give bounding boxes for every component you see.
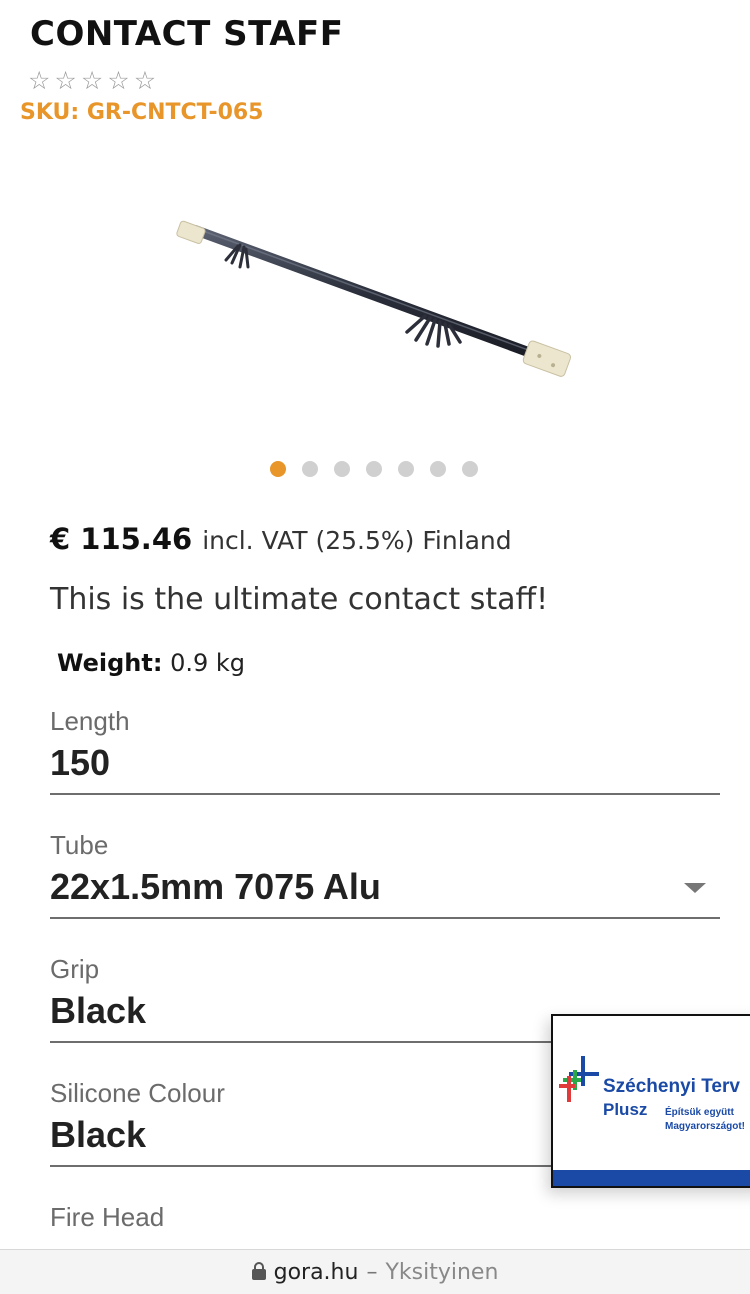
gallery-dot[interactable] [334,461,350,477]
chevron-down-icon[interactable] [684,883,706,893]
tube-select[interactable]: Tube 22x1.5mm 7075 Alu [50,830,720,919]
tube-selected-value[interactable]: 22x1.5mm 7075 Alu [50,863,720,911]
weight-label: Weight: [57,649,163,677]
star-icon[interactable]: ☆ [54,68,76,93]
tube-label: Tube [50,830,109,860]
length-field[interactable]: Length 150 [50,706,720,795]
gallery-dot[interactable] [430,461,446,477]
url-text[interactable]: gora.hu [274,1260,359,1285]
field-underline [50,793,720,795]
badge-plus: Plusz [603,1100,648,1119]
gallery-dot[interactable] [366,461,382,477]
star-icon[interactable]: ☆ [134,68,156,93]
badge-subtitle: Építsük együtt Magyarországot! [665,1107,746,1132]
vat-note: incl. VAT (25.5%) Finland [202,526,512,555]
privacy-mode-label: Yksityinen [385,1259,499,1285]
product-sku: SKU: GR-CNTCT-065 [20,100,264,125]
gallery-dot[interactable] [270,461,286,477]
lock-icon [251,1262,266,1280]
szechenyi-terv-badge[interactable]: Széchenyi Terv Plusz Építsük együtt Magy… [551,1014,750,1188]
product-weight: Weight: 0.9 kg [57,649,245,677]
gallery-pagination [270,461,478,477]
star-icon[interactable]: ☆ [81,68,103,93]
weight-value: 0.9 kg [170,649,246,677]
product-description: This is the ultimate contact staff! [50,582,549,617]
product-title: CONTACT STAFF [30,14,344,54]
browser-address-bar[interactable]: gora.hu – Yksityinen [0,1249,750,1294]
length-input[interactable]: 150 [50,739,720,787]
contact-staff-photo[interactable] [140,200,610,410]
tube-value-text: 22x1.5mm 7075 Alu [50,866,381,907]
product-price: € 115.46 [50,522,193,556]
grip-label: Grip [50,954,100,984]
price-row: € 115.46 incl. VAT (25.5%) Finland [50,522,512,556]
fire-head-label: Fire Head [50,1202,165,1232]
product-page: CONTACT STAFF ☆ ☆ ☆ ☆ ☆ SKU: GR-CNTCT-06… [0,0,750,1294]
badge-title: Széchenyi Terv [603,1076,740,1097]
star-icon[interactable]: ☆ [107,68,129,93]
gallery-dot[interactable] [398,461,414,477]
url-separator: – [366,1259,378,1285]
field-underline [50,917,720,919]
length-label: Length [50,706,130,736]
badge-bar [553,1170,750,1186]
szechenyi-cross-icon [559,1056,599,1102]
gallery-dot[interactable] [462,461,478,477]
rating-stars[interactable]: ☆ ☆ ☆ ☆ ☆ [28,68,156,93]
star-icon[interactable]: ☆ [28,68,50,93]
gallery-dot[interactable] [302,461,318,477]
